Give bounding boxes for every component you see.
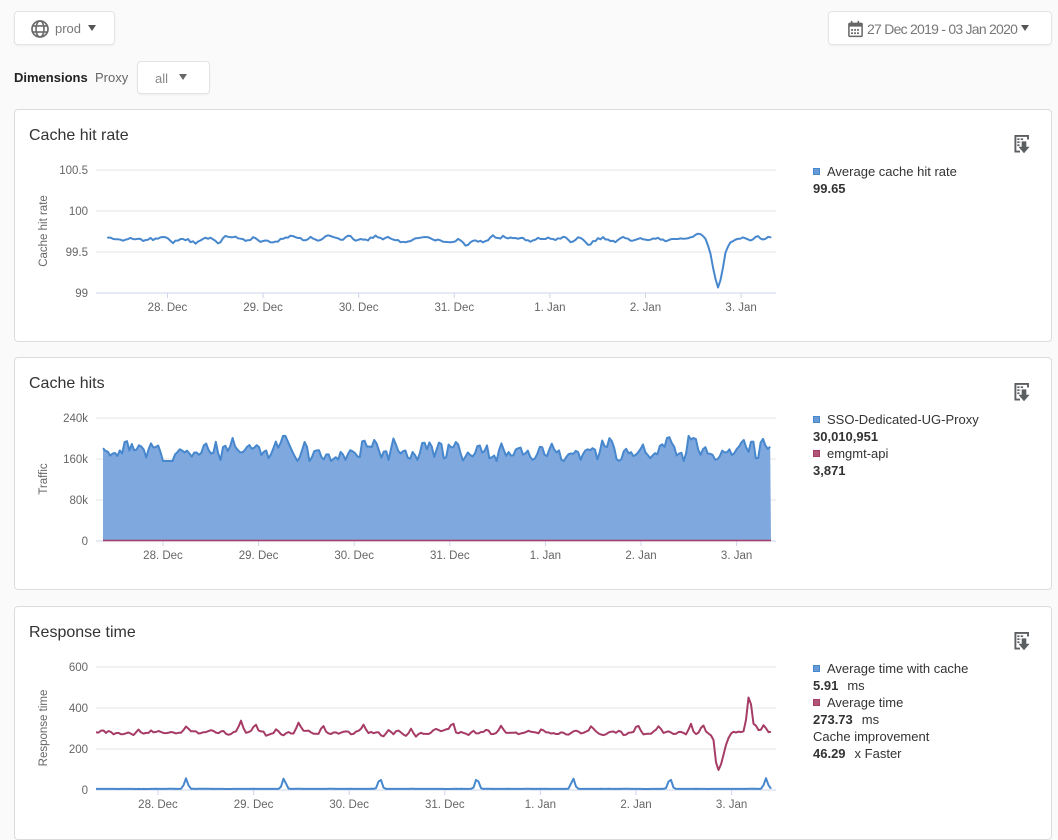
svg-text:1. Jan: 1. Jan — [525, 799, 556, 811]
svg-text:600: 600 — [69, 662, 88, 674]
svg-text:2. Jan: 2. Jan — [625, 550, 656, 562]
svg-text:200: 200 — [69, 744, 88, 756]
svg-text:0: 0 — [82, 785, 88, 797]
svg-text:3. Jan: 3. Jan — [721, 550, 752, 562]
svg-text:28. Dec: 28. Dec — [148, 302, 188, 314]
svg-text:Cache hit rate: Cache hit rate — [38, 195, 50, 267]
svg-text:100.5: 100.5 — [59, 165, 88, 177]
svg-text:28. Dec: 28. Dec — [143, 550, 183, 562]
svg-text:29. Dec: 29. Dec — [243, 302, 283, 314]
svg-text:1. Jan: 1. Jan — [534, 302, 565, 314]
svg-text:29. Dec: 29. Dec — [234, 799, 274, 811]
svg-text:100: 100 — [69, 206, 88, 218]
svg-text:Response time: Response time — [38, 690, 50, 767]
svg-text:30. Dec: 30. Dec — [329, 799, 369, 811]
svg-text:31. Dec: 31. Dec — [430, 550, 470, 562]
svg-text:99.5: 99.5 — [66, 247, 88, 259]
svg-text:30. Dec: 30. Dec — [339, 302, 379, 314]
svg-text:400: 400 — [69, 703, 88, 715]
svg-text:3. Jan: 3. Jan — [725, 302, 756, 314]
svg-text:2. Jan: 2. Jan — [630, 302, 661, 314]
svg-text:99: 99 — [75, 288, 88, 300]
svg-text:31. Dec: 31. Dec — [434, 302, 474, 314]
svg-text:240k: 240k — [63, 413, 88, 425]
svg-text:Traffic: Traffic — [38, 463, 50, 495]
svg-text:29. Dec: 29. Dec — [239, 550, 279, 562]
svg-text:3. Jan: 3. Jan — [716, 799, 747, 811]
svg-text:1. Jan: 1. Jan — [530, 550, 561, 562]
svg-text:80k: 80k — [69, 495, 88, 507]
svg-text:0: 0 — [82, 536, 88, 548]
svg-text:30. Dec: 30. Dec — [334, 550, 374, 562]
svg-text:2. Jan: 2. Jan — [620, 799, 651, 811]
svg-text:31. Dec: 31. Dec — [425, 799, 465, 811]
svg-text:28. Dec: 28. Dec — [138, 799, 178, 811]
svg-text:160k: 160k — [63, 454, 88, 466]
